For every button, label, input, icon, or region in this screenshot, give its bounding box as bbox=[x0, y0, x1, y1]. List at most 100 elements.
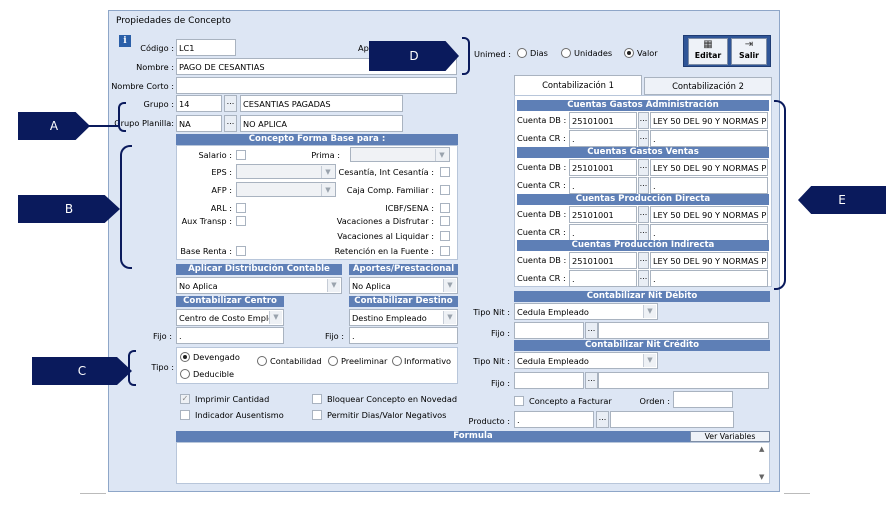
producto-desc-input[interactable] bbox=[610, 411, 734, 428]
grupo-planilla-lookup-button[interactable]: ... bbox=[224, 115, 237, 132]
aportes-select[interactable]: No Aplica ▼ bbox=[349, 277, 458, 294]
cuenta-db-lookup-button[interactable]: ... bbox=[638, 112, 649, 129]
cuenta-db-lookup-button[interactable]: ... bbox=[638, 159, 649, 176]
destino-select[interactable]: Destino Empleado ▼ bbox=[349, 309, 458, 326]
nit-credito-lookup-button[interactable]: ... bbox=[585, 372, 598, 389]
grupo-planilla-desc-input[interactable]: NO APLICA bbox=[240, 115, 403, 132]
cuenta-cr-desc-input[interactable]: . bbox=[650, 224, 768, 241]
producto-code-input[interactable]: . bbox=[514, 411, 594, 428]
orden-input[interactable] bbox=[673, 391, 733, 408]
grupo-desc-input[interactable]: CESANTIAS PAGADAS bbox=[240, 95, 403, 112]
centro-select[interactable]: Centro de Costo Emple ▼ bbox=[176, 309, 284, 326]
nit-debito-header: Contabilizar Nit Débito bbox=[514, 291, 770, 302]
codigo-input[interactable]: LC1 bbox=[176, 39, 236, 56]
retencion-checkbox[interactable] bbox=[440, 246, 450, 256]
centro-fijo-input[interactable]: . bbox=[176, 327, 284, 344]
cuenta-db-input[interactable]: 25101001 bbox=[569, 252, 637, 269]
cuenta-db-input[interactable]: 25101001 bbox=[569, 206, 637, 223]
ver-variables-button[interactable]: Ver Variables bbox=[690, 431, 770, 442]
prima-select[interactable]: ▼ bbox=[350, 147, 450, 162]
callout-a: A bbox=[18, 112, 90, 140]
cuenta-cr-input[interactable]: . bbox=[569, 130, 637, 147]
cuenta-db-desc-input[interactable]: LEY 50 DEL 90 Y NORMAS P bbox=[650, 112, 768, 129]
cuenta-db-desc-input[interactable]: LEY 50 DEL 90 Y NORMAS P bbox=[650, 159, 768, 176]
nit-debito-tipo-label: Tipo Nit : bbox=[473, 307, 510, 317]
cuenta-cr-desc-input[interactable]: . bbox=[650, 270, 768, 287]
facturar-checkbox[interactable] bbox=[514, 396, 524, 406]
producto-lookup-button[interactable]: ... bbox=[596, 411, 609, 428]
callout-b-bracket bbox=[120, 145, 132, 269]
cuenta-cr-desc-input[interactable]: . bbox=[650, 177, 768, 194]
scroll-down-icon[interactable]: ▼ bbox=[759, 473, 764, 481]
tab-contabilizacion-2[interactable]: Contabilización 2 bbox=[644, 77, 772, 95]
distribucion-select[interactable]: No Aplica ▼ bbox=[176, 277, 342, 294]
unimed-unidades-radio[interactable] bbox=[561, 48, 571, 58]
eps-select[interactable]: ▼ bbox=[236, 164, 336, 179]
edit-button[interactable]: ▦ Editar bbox=[688, 38, 728, 65]
nit-credito-tipo-select[interactable]: Cedula Empleado ▼ bbox=[514, 352, 658, 369]
aux-checkbox[interactable] bbox=[236, 216, 246, 226]
cuenta-db-input[interactable]: 25101001 bbox=[569, 112, 637, 129]
chevron-down-icon: ▼ bbox=[269, 311, 282, 324]
tipo-preeliminar-label: Preeliminar bbox=[341, 356, 388, 366]
chevron-down-icon: ▼ bbox=[321, 184, 334, 196]
tipo-devengado-label: Devengado bbox=[193, 352, 240, 362]
tipo-deducible-radio[interactable] bbox=[180, 369, 190, 379]
cuenta-cr-input[interactable]: . bbox=[569, 177, 637, 194]
cuenta-cr-lookup-button[interactable]: ... bbox=[638, 270, 649, 287]
nit-credito-fijo-input[interactable] bbox=[514, 372, 584, 389]
nit-debito-lookup-button[interactable]: ... bbox=[585, 322, 598, 339]
tipo-informativo-radio[interactable] bbox=[392, 356, 402, 366]
cuenta-cr-lookup-button[interactable]: ... bbox=[638, 224, 649, 241]
cuenta-cr-label: Cuenta CR : bbox=[517, 227, 566, 237]
arl-checkbox[interactable] bbox=[236, 203, 246, 213]
unimed-valor-radio[interactable] bbox=[624, 48, 634, 58]
nit-debito-fijo-input[interactable] bbox=[514, 322, 584, 339]
nit-debito-tipo-value: Cedula Empleado bbox=[517, 307, 589, 317]
cuenta-cr-input[interactable]: . bbox=[569, 270, 637, 287]
grupo-planilla-code-input[interactable]: NA bbox=[176, 115, 222, 132]
afp-select[interactable]: ▼ bbox=[236, 182, 336, 197]
nit-debito-tipo-select[interactable]: Cedula Empleado ▼ bbox=[514, 303, 658, 320]
cesantia-checkbox[interactable] bbox=[440, 167, 450, 177]
formula-textarea[interactable] bbox=[176, 442, 770, 484]
grupo-label: Grupo : bbox=[143, 99, 174, 109]
cuenta-cr-input[interactable]: . bbox=[569, 224, 637, 241]
tipo-preeliminar-radio[interactable] bbox=[328, 356, 338, 366]
destino-fijo-input[interactable]: . bbox=[349, 327, 458, 344]
cuenta-db-label: Cuenta DB : bbox=[517, 209, 567, 219]
unimed-dias-radio[interactable] bbox=[517, 48, 527, 58]
permitir-checkbox[interactable] bbox=[312, 410, 322, 420]
vac-disfrutar-checkbox[interactable] bbox=[440, 216, 450, 226]
cuenta-db-desc-input[interactable]: LEY 50 DEL 90 Y NORMAS P bbox=[650, 252, 768, 269]
cuenta-db-input[interactable]: 25101001 bbox=[569, 159, 637, 176]
nombre-corto-input[interactable] bbox=[176, 77, 457, 94]
cuenta-cr-desc-input[interactable]: . bbox=[650, 130, 768, 147]
nit-credito-desc-input[interactable] bbox=[598, 372, 769, 389]
cuenta-db-desc-input[interactable]: LEY 50 DEL 90 Y NORMAS P bbox=[650, 206, 768, 223]
centro-fijo-label: Fijo : bbox=[152, 331, 172, 341]
bloquear-checkbox[interactable] bbox=[312, 394, 322, 404]
imprimir-checkbox[interactable]: ✓ bbox=[180, 394, 190, 404]
vac-liquidar-label: Vacaciones al Liquidar : bbox=[337, 231, 434, 241]
callout-d-bracket bbox=[462, 37, 470, 75]
cuenta-db-lookup-button[interactable]: ... bbox=[638, 252, 649, 269]
nit-debito-desc-input[interactable] bbox=[598, 322, 769, 339]
grupo-code-input[interactable]: 14 bbox=[176, 95, 222, 112]
tab-contabilizacion-1[interactable]: Contabilización 1 bbox=[514, 75, 642, 95]
edit-label: Editar bbox=[694, 51, 722, 60]
cuenta-cr-lookup-button[interactable]: ... bbox=[638, 177, 649, 194]
exit-button[interactable]: ⇥ Salir bbox=[731, 38, 767, 65]
caja-checkbox[interactable] bbox=[440, 185, 450, 195]
cuenta-cr-lookup-button[interactable]: ... bbox=[638, 130, 649, 147]
grupo-lookup-button[interactable]: ... bbox=[224, 95, 237, 112]
scroll-up-icon[interactable]: ▲ bbox=[759, 445, 764, 453]
vac-liquidar-checkbox[interactable] bbox=[440, 231, 450, 241]
tipo-devengado-radio[interactable] bbox=[180, 352, 190, 362]
tipo-contabilidad-radio[interactable] bbox=[257, 356, 267, 366]
icbf-checkbox[interactable] bbox=[440, 203, 450, 213]
base-renta-checkbox[interactable] bbox=[236, 246, 246, 256]
ausentismo-checkbox[interactable] bbox=[180, 410, 190, 420]
cuenta-db-lookup-button[interactable]: ... bbox=[638, 206, 649, 223]
salario-checkbox[interactable] bbox=[236, 150, 246, 160]
